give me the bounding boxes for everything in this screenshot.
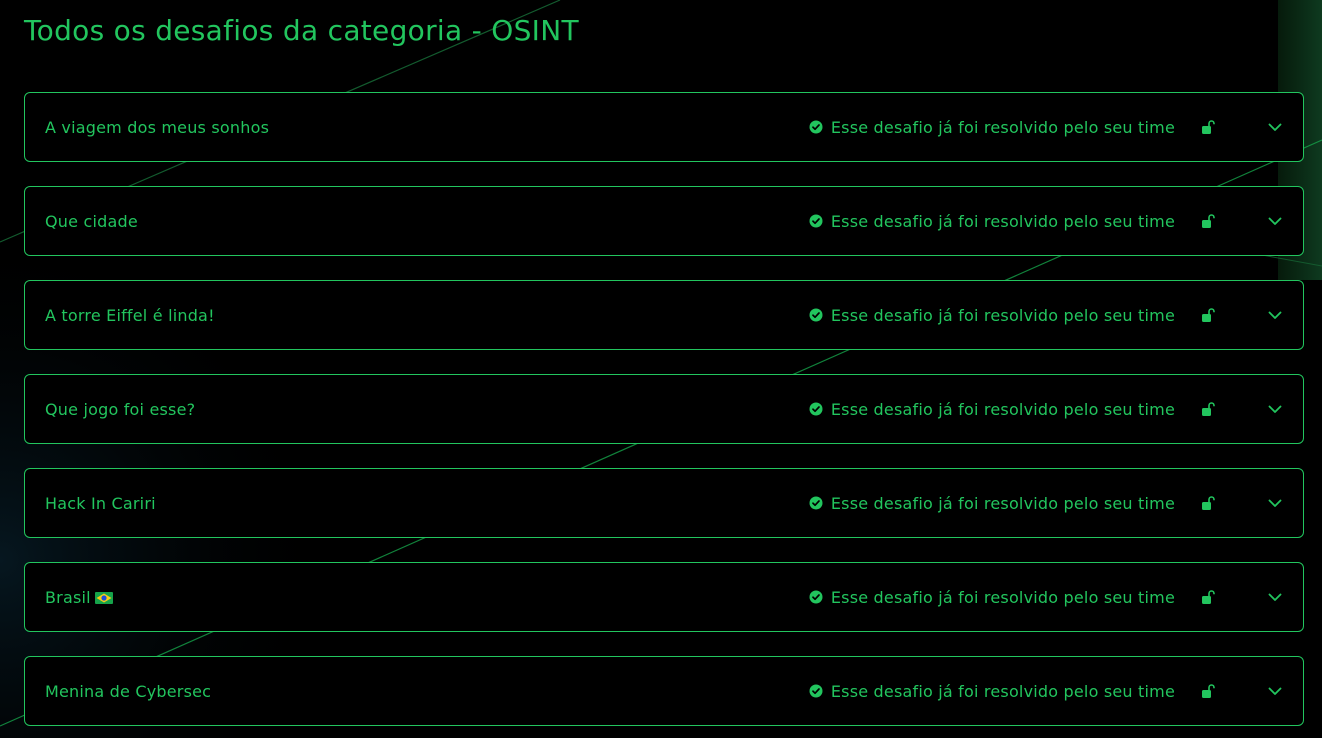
check-circle-icon: [809, 214, 823, 228]
challenge-item[interactable]: Que cidade Esse desafio já foi resolvido…: [24, 186, 1304, 256]
check-circle-icon: [809, 496, 823, 510]
solved-status: Esse desafio já foi resolvido pelo seu t…: [809, 588, 1175, 607]
check-circle-icon: [809, 402, 823, 416]
solved-status: Esse desafio já foi resolvido pelo seu t…: [809, 118, 1175, 137]
solved-status-text: Esse desafio já foi resolvido pelo seu t…: [830, 493, 1175, 513]
solved-status-text: Esse desafio já foi resolvido pelo seu t…: [830, 305, 1175, 325]
challenge-item[interactable]: Brasil Esse desafio já foi resolvido pel…: [24, 562, 1304, 632]
chevron-down-icon[interactable]: [1267, 307, 1283, 323]
challenge-title: Brasil: [45, 588, 809, 607]
challenge-list: A viagem dos meus sonhos Esse desafio já…: [24, 92, 1304, 738]
chevron-down-icon[interactable]: [1267, 683, 1283, 699]
check-circle-icon: [809, 120, 823, 134]
chevron-down-icon[interactable]: [1267, 213, 1283, 229]
solved-status: Esse desafio já foi resolvido pelo seu t…: [809, 400, 1175, 419]
chevron-down-icon[interactable]: [1267, 119, 1283, 135]
solved-status-text: Esse desafio já foi resolvido pelo seu t…: [830, 587, 1175, 607]
solved-status-text: Esse desafio já foi resolvido pelo seu t…: [830, 117, 1175, 137]
page-title: Todos os desafios da categoria - OSINT: [24, 14, 579, 47]
check-circle-icon: [809, 684, 823, 698]
challenges-page: Todos os desafios da categoria - OSINT A…: [0, 0, 1322, 738]
check-circle-icon: [809, 590, 823, 604]
solved-status: Esse desafio já foi resolvido pelo seu t…: [809, 494, 1175, 513]
check-circle-icon: [809, 308, 823, 322]
challenge-title: A torre Eiffel é linda!: [45, 305, 215, 325]
unlocked-icon: [1202, 496, 1215, 510]
solved-status-text: Esse desafio já foi resolvido pelo seu t…: [830, 211, 1175, 231]
challenge-title: Hack In Cariri: [45, 493, 156, 513]
unlocked-icon: [1202, 684, 1215, 698]
unlocked-icon: [1202, 214, 1215, 228]
solved-status: Esse desafio já foi resolvido pelo seu t…: [809, 306, 1175, 325]
unlocked-icon: [1202, 308, 1215, 322]
challenge-item[interactable]: Que jogo foi esse? Esse desafio já foi r…: [24, 374, 1304, 444]
unlocked-icon: [1202, 402, 1215, 416]
challenge-title: Menina de Cybersec: [45, 681, 212, 701]
solved-status-text: Esse desafio já foi resolvido pelo seu t…: [830, 681, 1175, 701]
challenge-item[interactable]: Menina de Cybersec Esse desafio já foi r…: [24, 656, 1304, 726]
challenge-title: Que cidade: [45, 211, 138, 231]
challenge-item[interactable]: A viagem dos meus sonhos Esse desafio já…: [24, 92, 1304, 162]
chevron-down-icon[interactable]: [1267, 401, 1283, 417]
challenge-item[interactable]: A torre Eiffel é linda! Esse desafio já …: [24, 280, 1304, 350]
chevron-down-icon[interactable]: [1267, 495, 1283, 511]
challenge-item[interactable]: Hack In Cariri Esse desafio já foi resol…: [24, 468, 1304, 538]
brazil-flag-icon: [94, 591, 113, 604]
solved-status-text: Esse desafio já foi resolvido pelo seu t…: [830, 399, 1175, 419]
challenge-title: Que jogo foi esse?: [45, 399, 196, 419]
unlocked-icon: [1202, 590, 1215, 604]
solved-status: Esse desafio já foi resolvido pelo seu t…: [809, 212, 1175, 231]
unlocked-icon: [1202, 120, 1215, 134]
solved-status: Esse desafio já foi resolvido pelo seu t…: [809, 682, 1175, 701]
chevron-down-icon[interactable]: [1267, 589, 1283, 605]
challenge-title: A viagem dos meus sonhos: [45, 117, 270, 137]
